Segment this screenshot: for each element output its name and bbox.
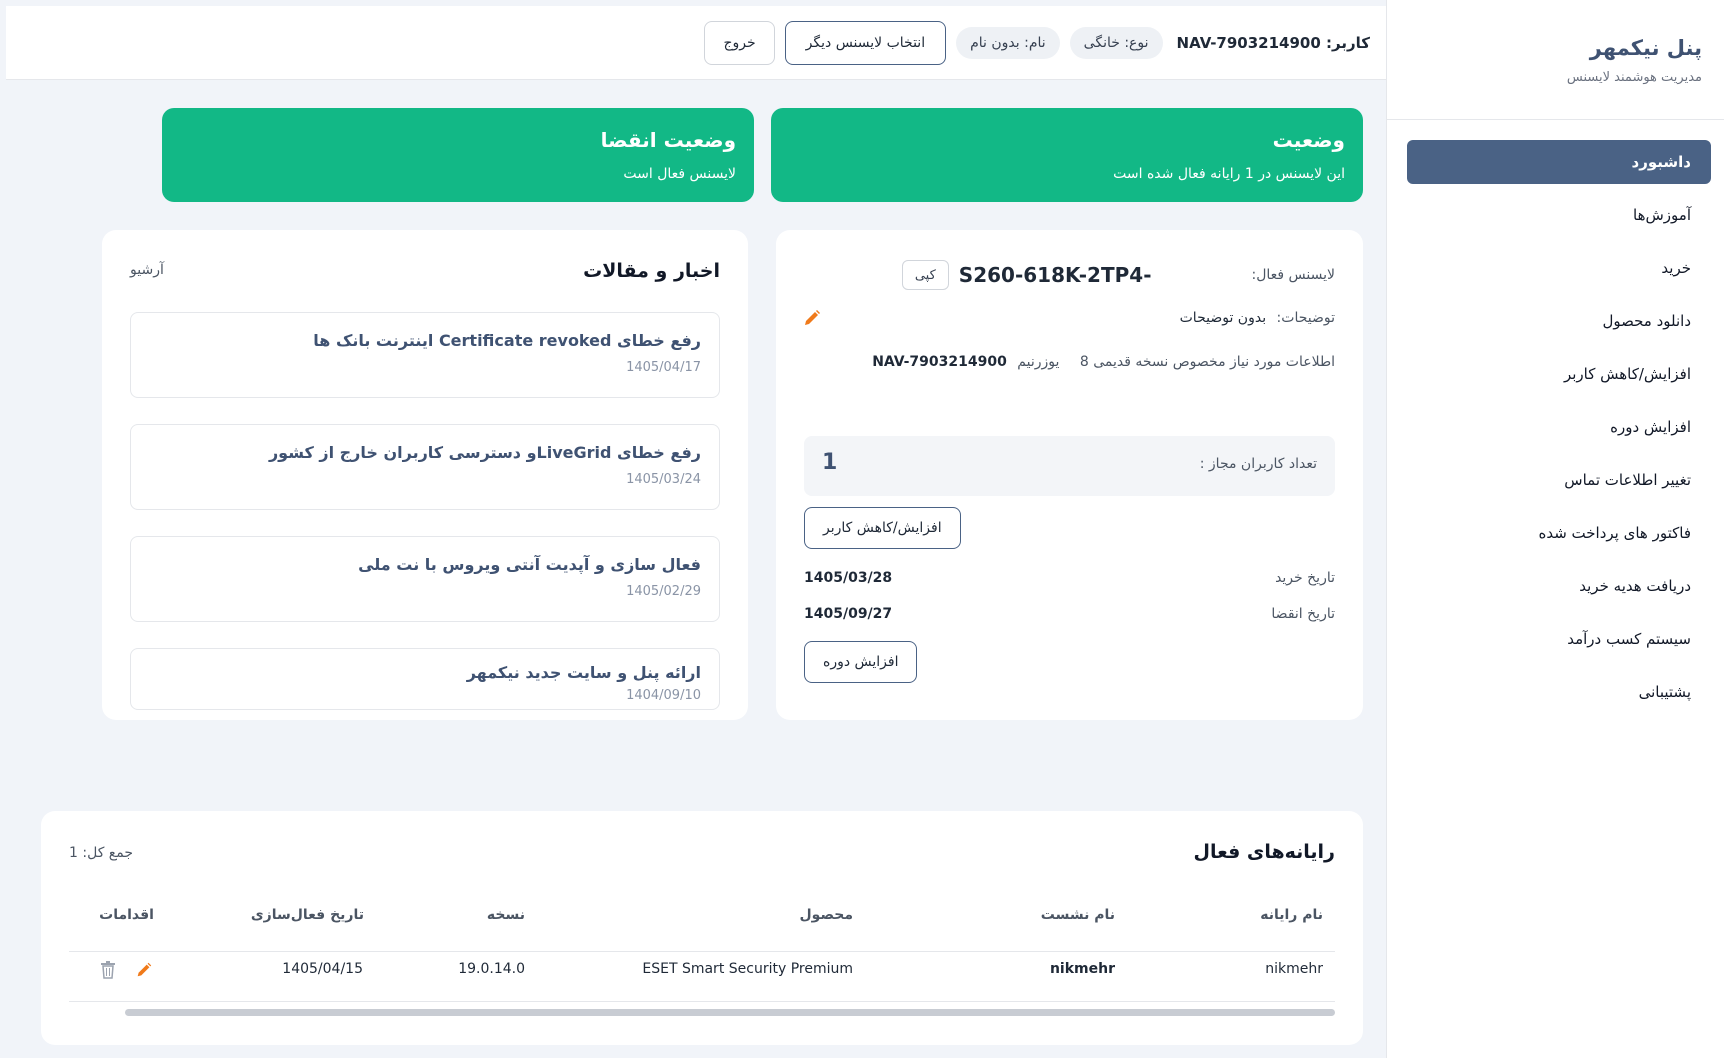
news-item-date: 1405/04/17 (626, 360, 701, 375)
description-value: بدون توضیحات (1179, 310, 1267, 326)
expiry-status-card: وضعیت انقضا لایسنس فعال است (162, 108, 754, 202)
news-item[interactable]: فعال سازی و آپدیت آنتی ویروس با نت ملی 1… (130, 536, 720, 622)
legacy-info-label: اطلاعات مورد نیاز مخصوص نسخه قدیمی 8 (1079, 354, 1335, 370)
news-item[interactable]: ارائه پنل و سایت جدید نیکمهر 1404/09/10 (130, 648, 720, 710)
sidebar-item-dashboard[interactable]: داشبورد (1407, 140, 1711, 184)
license-label: لایسنس فعال: (1251, 267, 1336, 283)
active-computers-card: رایانه‌های فعال جمع کل: 1 نام رایانه نام… (41, 811, 1363, 1045)
news-card: اخبار و مقالات آرشیو رفع خطای Certificat… (102, 230, 748, 720)
expiry-date-value: 1405/09/27 (804, 606, 893, 622)
status-card: وضعیت این لایسنس در 1 رایانه فعال شده اس… (771, 108, 1363, 202)
name-pill: نام: بدون نام (956, 27, 1060, 59)
sidebar-item-extend[interactable]: افزایش دوره (1407, 405, 1711, 449)
brand: پنل نیکمهر مدیریت هوشمند لایسنس (1387, 0, 1724, 120)
news-item-title: فعال سازی و آپدیت آنتی ویروس با نت ملی (358, 555, 701, 574)
license-card: لایسنس فعال: S260-618K-2TP4- کپی توضیحات… (776, 230, 1363, 720)
edit-description-icon[interactable] (802, 308, 822, 332)
sidebar-item-gift[interactable]: دریافت هدیه خرید (1407, 564, 1711, 608)
expiry-date-row: تاریخ انقضا 1405/09/27 (804, 606, 1335, 622)
allowed-users-box: تعداد کاربران مجاز : 1 (804, 436, 1335, 496)
cell-activation-date: 1405/04/15 (282, 961, 363, 977)
sidebar-item-contact[interactable]: تغییر اطلاعات تماس (1407, 458, 1711, 502)
sidebar-item-download[interactable]: دانلود محصول (1407, 299, 1711, 343)
active-computers-total: جمع کل: 1 (69, 845, 134, 861)
column-header-computer-name: نام رایانه (1260, 907, 1323, 923)
news-item[interactable]: رفع خطای LiveGridو دسترسی کاربران خارج ا… (130, 424, 720, 510)
allowed-users-value: 1 (822, 450, 838, 475)
copy-button[interactable]: کپی (901, 260, 949, 290)
news-item[interactable]: رفع خطای Certificate revoked اینترنت بان… (130, 312, 720, 398)
cell-session: nikmehr (1049, 961, 1115, 977)
cell-version: 19.0.14.0 (458, 961, 525, 977)
license-key-row: لایسنس فعال: S260-618K-2TP4- کپی (901, 260, 1336, 290)
sidebar-menu: داشبورد آموزش‌ها خرید دانلود محصول افزای… (1387, 120, 1724, 714)
adjust-users-button[interactable]: افزایش/کاهش کاربر (804, 507, 961, 549)
expiry-status-title: وضعیت انقضا (600, 128, 736, 152)
purchase-date-label: تاریخ خرید (1275, 570, 1335, 586)
logout-button[interactable]: خروج (704, 21, 775, 65)
top-bar: کاربر: NAV-7903214900 نوع: خانگی نام: بد… (6, 6, 1386, 80)
type-pill: نوع: خانگی (1069, 27, 1163, 59)
switch-license-button[interactable]: انتخاب لایسنس دیگر (784, 21, 947, 65)
table-row-divider (69, 1001, 1335, 1002)
news-archive-link[interactable]: آرشیو (130, 262, 164, 278)
delete-icon[interactable] (100, 961, 116, 983)
cell-computer-name: nikmehr (1265, 961, 1323, 977)
description-label: توضیحات: (1276, 310, 1335, 326)
user-label: کاربر: NAV-7903214900 (1176, 34, 1370, 52)
column-header-version: نسخه (486, 907, 525, 923)
main-content: کاربر: NAV-7903214900 نوع: خانگی نام: بد… (6, 6, 1386, 1058)
news-item-title: رفع خطای Certificate revoked اینترنت بان… (313, 331, 701, 350)
brand-subtitle: مدیریت هوشمند لایسنس (1566, 70, 1702, 85)
news-item-date: 1405/03/24 (626, 472, 701, 487)
edit-icon[interactable] (135, 961, 153, 983)
purchase-date-value: 1405/03/28 (804, 570, 893, 586)
sidebar-item-purchase[interactable]: خرید (1407, 246, 1711, 290)
license-key[interactable]: S260-618K-2TP4- (959, 263, 1152, 287)
news-item-title: رفع خطای LiveGridو دسترسی کاربران خارج ا… (268, 443, 701, 462)
news-item-date: 1405/02/29 (626, 584, 701, 599)
table-header-divider (69, 951, 1335, 952)
news-item-date: 1404/09/10 (626, 688, 701, 703)
brand-title: پنل نیکمهر (1589, 36, 1702, 60)
purchase-date-row: تاریخ خرید 1405/03/28 (804, 570, 1335, 586)
allowed-users-label: تعداد کاربران مجاز : (1199, 456, 1317, 472)
column-header-product: محصول (799, 907, 853, 923)
status-text: این لایسنس در 1 رایانه فعال شده است (1113, 166, 1345, 182)
legacy-info-row: اطلاعات مورد نیاز مخصوص نسخه قدیمی 8 یوز… (872, 354, 1335, 370)
sidebar-item-support[interactable]: پشتیبانی (1407, 670, 1711, 714)
column-header-actions: اقدامات (99, 907, 154, 923)
news-title: اخبار و مقالات (583, 260, 720, 282)
username-label: یوزرنیم (1017, 354, 1060, 370)
status-title: وضعیت (1272, 128, 1345, 152)
horizontal-scrollbar[interactable] (125, 1009, 1335, 1016)
column-header-session: نام نشست (1040, 907, 1115, 923)
active-computers-title: رایانه‌های فعال (1193, 841, 1336, 863)
column-header-activation-date: تاریخ فعال‌سازی (250, 907, 364, 923)
sidebar: پنل نیکمهر مدیریت هوشمند لایسنس داشبورد … (1386, 0, 1724, 1058)
news-item-title: ارائه پنل و سایت جدید نیکمهر (466, 663, 701, 682)
username-value: NAV-7903214900 (872, 354, 1007, 370)
sidebar-item-earning[interactable]: سیستم کسب درآمد (1407, 617, 1711, 661)
description-row: توضیحات: بدون توضیحات (1180, 310, 1335, 326)
expiry-status-text: لایسنس فعال است (623, 166, 736, 182)
sidebar-item-users[interactable]: افزایش/کاهش کاربر (1407, 352, 1711, 396)
expiry-date-label: تاریخ انقضا (1271, 606, 1335, 622)
sidebar-item-tutorials[interactable]: آموزش‌ها (1407, 193, 1711, 237)
extend-period-button[interactable]: افزایش دوره (804, 641, 918, 683)
cell-product: ESET Smart Security Premium (642, 961, 853, 977)
sidebar-item-invoices[interactable]: فاکتور های پرداخت شده (1407, 511, 1711, 555)
